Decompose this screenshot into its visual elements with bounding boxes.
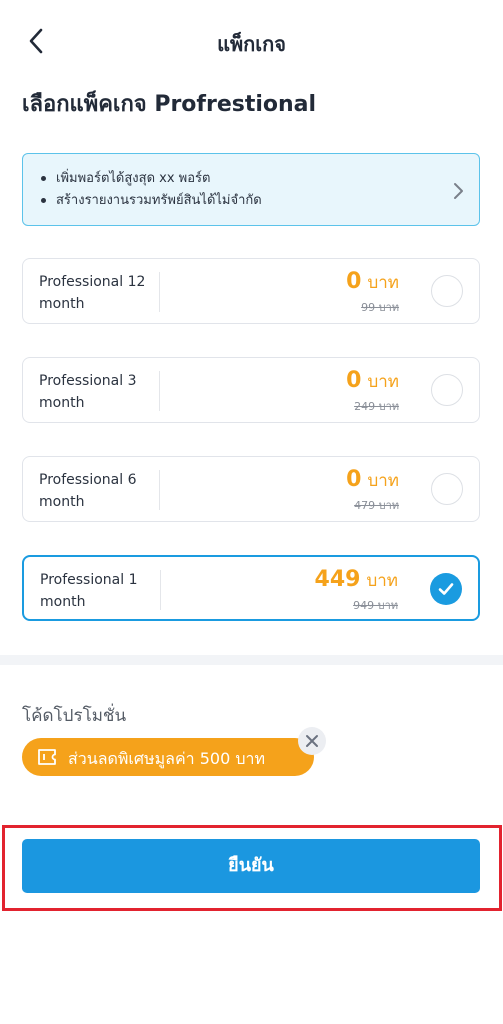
header-title: แพ็กเกจ	[217, 32, 286, 56]
section-divider	[0, 655, 503, 665]
promo-code-text: ส่วนลดพิเศษมูลค่า 500 บาท	[68, 749, 266, 768]
plan-price: 0 บาท	[346, 269, 399, 294]
divider	[159, 470, 160, 510]
divider	[159, 272, 160, 312]
header: แพ็กเกจ	[0, 0, 503, 84]
plan-original-price: 249 บาท	[354, 400, 399, 413]
plan-price: 449 บาท	[314, 567, 398, 592]
bullet-icon	[41, 176, 46, 181]
plan-name: Professional 6 month	[39, 472, 137, 510]
confirm-button[interactable]: ยืนยัน	[22, 839, 480, 893]
plan-radio-selected[interactable]	[430, 573, 462, 605]
close-icon	[306, 735, 318, 747]
plan-original-price: 479 บาท	[354, 499, 399, 512]
ticket-icon	[38, 749, 56, 765]
plan-name: Professional 1 month	[40, 572, 138, 610]
plan-price: 0 บาท	[346, 368, 399, 393]
plan-original-price: 99 บาท	[361, 301, 399, 314]
plan-radio[interactable]	[431, 473, 463, 505]
plan-option-12-month[interactable]: Professional 12 month 0 บาท 99 บาท	[22, 258, 480, 324]
promo-code-label: โค้ดโปรโมชั่น	[22, 706, 127, 726]
plan-option-3-month[interactable]: Professional 3 month 0 บาท 249 บาท	[22, 357, 480, 423]
plan-price: 0 บาท	[346, 467, 399, 492]
remove-promo-button[interactable]	[298, 727, 326, 755]
plan-option-1-month[interactable]: Professional 1 month 449 บาท 949 บาท	[22, 555, 480, 621]
plan-name: Professional 3 month	[39, 373, 137, 411]
benefits-card[interactable]: เพิ่มพอร์ตได้สูงสุด xx พอร์ต สร้างรายงาน…	[22, 153, 480, 226]
benefit-item: เพิ่มพอร์ตได้สูงสุด xx พอร์ต	[41, 168, 439, 190]
plan-name: Professional 12 month	[39, 274, 146, 312]
bullet-icon	[41, 198, 46, 203]
check-icon	[438, 583, 454, 595]
promo-code-chip[interactable]: ส่วนลดพิเศษมูลค่า 500 บาท	[22, 738, 314, 776]
benefit-item: สร้างรายงานรวมทรัพย์สินได้ไม่จำกัด	[41, 190, 439, 212]
divider	[160, 570, 161, 610]
plan-original-price: 949 บาท	[353, 599, 398, 612]
plan-option-6-month[interactable]: Professional 6 month 0 บาท 479 บาท	[22, 456, 480, 522]
page-title: เลือกแพ็คเกจ Profrestional	[22, 92, 317, 117]
chevron-right-icon	[454, 183, 463, 199]
divider	[159, 371, 160, 411]
plan-radio[interactable]	[431, 275, 463, 307]
plan-radio[interactable]	[431, 374, 463, 406]
